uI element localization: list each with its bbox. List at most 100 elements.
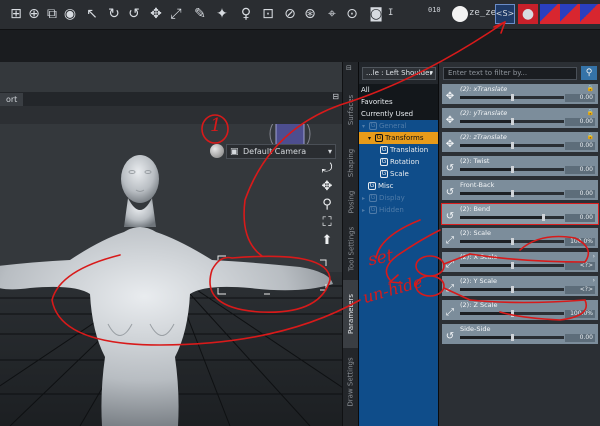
slider-knob[interactable] [511, 118, 514, 125]
tree-item-scale[interactable]: G Scale [359, 168, 439, 180]
universal-tool-icon[interactable]: ⊙ [342, 4, 362, 24]
pane-tab-tool-settings[interactable]: Tool Settings [343, 224, 359, 274]
param-value[interactable]: 0.00 [565, 190, 595, 198]
param-value[interactable]: 100.0% [565, 238, 595, 246]
param-value[interactable]: 0.00 [565, 214, 595, 222]
zoom-icon[interactable]: ⚲ [320, 198, 334, 212]
pan-icon[interactable]: ✥ [320, 180, 334, 194]
param-row[interactable]: ⤢ (2): Y Scale <?> › [442, 276, 598, 296]
joint-editor-icon[interactable]: ✦ [212, 4, 232, 24]
pane-tab-shaping[interactable]: Shaping [343, 146, 359, 180]
white-sphere-icon[interactable] [452, 6, 468, 22]
param-value[interactable]: 0.00 [565, 94, 595, 102]
reset-view-icon[interactable]: ⬆ [320, 234, 334, 248]
geometry-editor-icon[interactable]: ⊡ [258, 4, 278, 24]
tree-item-currently-used[interactable]: Currently Used [359, 108, 439, 120]
param-value[interactable]: <?> [565, 262, 595, 270]
pane-menu-icon[interactable]: ⊟ [332, 92, 339, 101]
record-icon[interactable]: ● [518, 4, 538, 24]
preview-sphere-icon[interactable] [210, 144, 224, 158]
viewport-3d[interactable]: ort ⊟ ▣ Default Camera ▾ ⤾ ✥ ⚲ ⛶ ⬆ [0, 62, 342, 426]
pane-menu-icon[interactable]: ⊟ [346, 64, 352, 72]
param-slider[interactable] [460, 94, 564, 101]
chevron-right-icon[interactable]: › [593, 277, 595, 284]
viewport-tab[interactable]: ort [0, 93, 24, 106]
param-value[interactable]: <?> [565, 286, 595, 294]
orbit-tool-icon[interactable]: ↺ [124, 4, 144, 24]
render-settings-icon[interactable] [540, 4, 560, 24]
param-value[interactable]: 0.00 [565, 142, 595, 150]
param-slider[interactable] [460, 262, 564, 269]
orbit-icon[interactable]: ⤾ [320, 162, 334, 176]
chevron-right-icon[interactable]: ▸ [362, 205, 369, 217]
figure-pose-tool-icon[interactable]: ♀ [236, 4, 256, 24]
pane-tab-draw-settings[interactable]: Draw Settings [343, 352, 359, 412]
create-figure-icon[interactable]: ⊞ [6, 4, 26, 24]
grid-label[interactable]: 010 [428, 6, 441, 14]
param-slider[interactable] [460, 238, 564, 245]
add-object-icon[interactable]: ⊕ [24, 4, 44, 24]
render-icon[interactable] [560, 4, 580, 24]
slider-knob[interactable] [511, 286, 514, 293]
tree-item-translation[interactable]: G Translation [359, 144, 439, 156]
param-row[interactable]: ↺ (2): Twist 0.00 [442, 156, 598, 176]
param-row[interactable]: ✥ (2): yTranslate 0.00 🔒 [442, 108, 598, 128]
new-scene-icon[interactable]: ⧉ [42, 4, 62, 24]
param-value[interactable]: 0.00 [565, 118, 595, 126]
search-icon[interactable]: ⚲ [581, 66, 597, 80]
param-slider[interactable] [460, 214, 564, 221]
lock-icon[interactable]: 🔒 [587, 109, 594, 116]
param-value[interactable]: 0.00 [565, 334, 595, 342]
param-row[interactable]: ⤢ (2): Z Scale 100.0% [442, 300, 598, 320]
lock-icon[interactable]: 🔒 [587, 133, 594, 140]
iray-preview-icon[interactable] [580, 4, 600, 24]
chevron-right-icon[interactable]: › [593, 253, 595, 260]
rotate-tool-icon[interactable]: ↻ [104, 4, 124, 24]
param-row[interactable]: ⤢ (2): Scale 100.0% [442, 228, 598, 248]
tree-item-all[interactable]: All [359, 84, 439, 96]
camera-orbit-icon[interactable]: ⊛ [300, 4, 320, 24]
tree-item-misc[interactable]: G Misc [359, 180, 439, 192]
param-row[interactable]: ✥ (2): zTranslate 0.00 🔒 [442, 132, 598, 152]
lock-icon[interactable]: 🔒 [587, 85, 594, 92]
surface-selection-icon[interactable]: ⊘ [280, 4, 300, 24]
selected-tool-button[interactable]: <S> [495, 4, 515, 24]
primitive-icon[interactable]: ◉ [60, 4, 80, 24]
param-row[interactable]: ↺ Side-Side 0.00 [442, 324, 598, 344]
param-value[interactable]: 0.00 [565, 166, 595, 174]
param-row[interactable]: ✥ (2): xTranslate 0.00 🔒 [442, 84, 598, 104]
param-row[interactable]: ↺ Front-Back 0.00 [442, 180, 598, 200]
filter-input[interactable]: Enter text to filter by... [443, 67, 577, 80]
slider-knob[interactable] [511, 190, 514, 197]
tree-item-hidden[interactable]: ▸ G Hidden [359, 204, 439, 216]
param-row[interactable]: ⤢ (2): X Scale <?> › [442, 252, 598, 272]
param-row[interactable]: ↺ (2): Bend 0.00 [441, 203, 599, 225]
tree-item-transforms[interactable]: ▾ G Transforms [359, 132, 439, 144]
pane-tab-surfaces[interactable]: Surfaces [343, 80, 359, 140]
render-mode-label[interactable]: I [388, 8, 393, 18]
param-slider[interactable] [460, 334, 564, 341]
param-value[interactable]: 100.0% [565, 310, 595, 318]
param-slider[interactable] [460, 118, 564, 125]
tree-item-rotation[interactable]: G Rotation [359, 156, 439, 168]
tree-item-favorites[interactable]: Favorites [359, 96, 439, 108]
param-slider[interactable] [460, 166, 564, 173]
render-camera-icon[interactable]: ◙ [366, 4, 386, 24]
slider-knob[interactable] [511, 310, 514, 317]
slider-knob[interactable] [511, 262, 514, 269]
tree-item-display[interactable]: ▸ G Display [359, 192, 439, 204]
spot-render-icon[interactable]: ⌖ [322, 4, 342, 24]
pointer-tool-icon[interactable]: ↖ [82, 4, 102, 24]
pane-tab-parameters[interactable]: Parameters [343, 280, 359, 348]
slider-knob[interactable] [511, 142, 514, 149]
node-weight-brush-icon[interactable]: ✎ [190, 4, 210, 24]
pane-tab-posing[interactable]: Posing [343, 184, 359, 220]
param-slider[interactable] [460, 310, 564, 317]
camera-select[interactable]: ▣ Default Camera ▾ [226, 144, 336, 159]
frame-icon[interactable]: ⛶ [320, 216, 334, 230]
tree-item-general[interactable]: ▾ G General [359, 120, 439, 132]
move-tool-icon[interactable]: ✥ [146, 4, 166, 24]
param-slider[interactable] [460, 142, 564, 149]
param-slider[interactable] [460, 286, 564, 293]
param-slider[interactable] [460, 190, 564, 197]
